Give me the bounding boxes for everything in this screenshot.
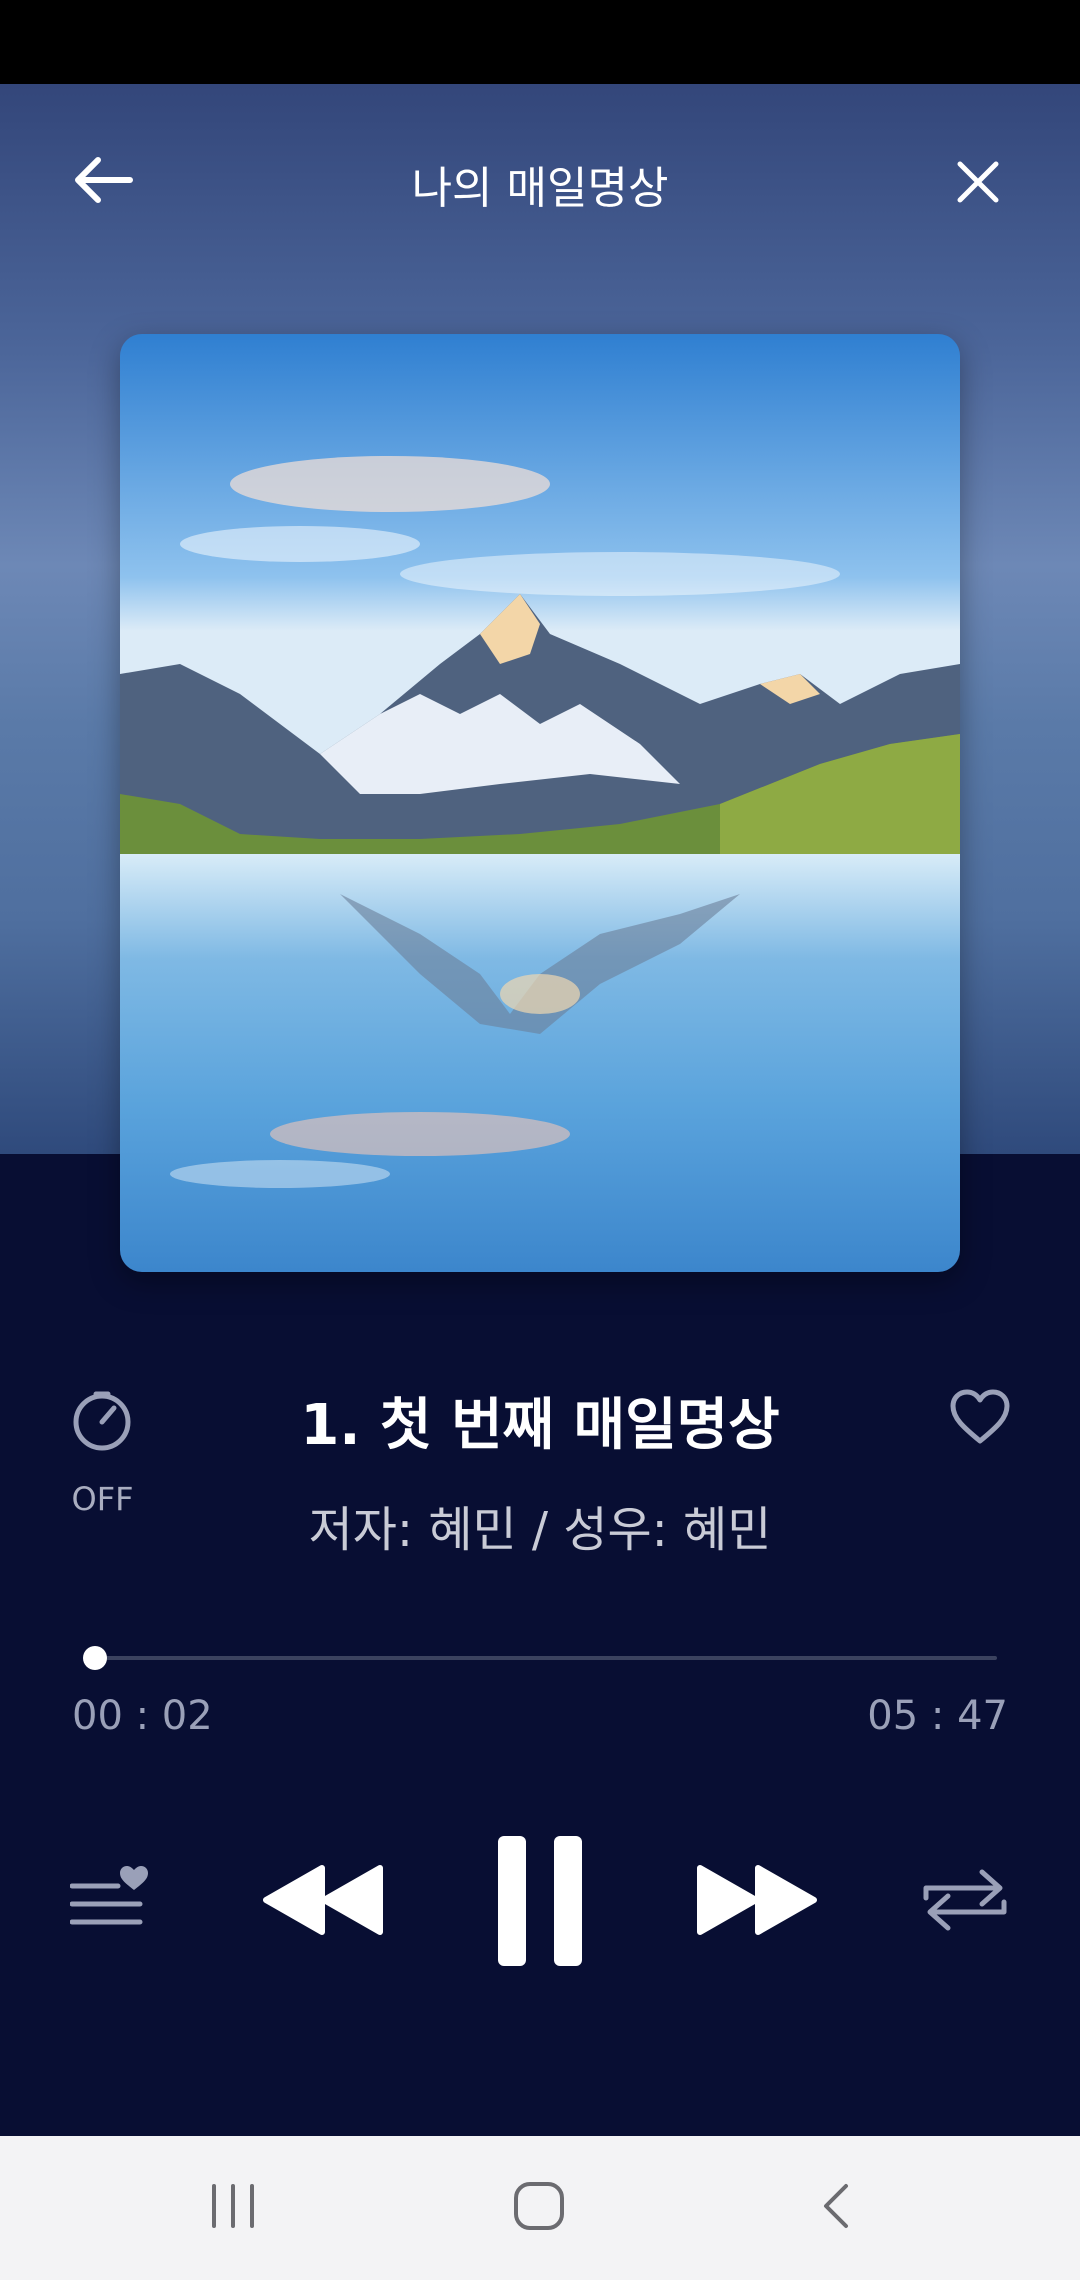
home-button[interactable] (510, 2178, 568, 2234)
close-button[interactable] (950, 154, 1006, 210)
pause-icon (498, 1836, 582, 1966)
player-panel (0, 1154, 1080, 2136)
system-back-button[interactable] (816, 2180, 856, 2232)
playlist-heart-icon (70, 1866, 148, 1925)
home-icon (514, 2182, 564, 2230)
system-navigation-bar (0, 2136, 1080, 2280)
track-credits: 저자: 혜민 / 성우: 혜민 (308, 1502, 772, 1558)
page-title: 나의 매일명상 (411, 163, 669, 214)
playlist-favorites-button[interactable] (70, 1860, 158, 1940)
timer-status-label: OFF (71, 1480, 134, 1518)
close-icon (957, 161, 999, 203)
recent-apps-icon (212, 2184, 254, 2228)
heart-icon (950, 1389, 1010, 1444)
back-arrow-icon (75, 157, 133, 203)
repeat-button[interactable] (922, 1864, 1008, 1936)
status-bar (0, 0, 1080, 84)
timer-icon (73, 1391, 131, 1451)
fast-forward-icon (697, 1865, 817, 1935)
rewind-icon (263, 1865, 383, 1935)
back-button[interactable] (70, 150, 136, 210)
rewind-button[interactable] (262, 1864, 386, 1936)
track-title: 1. 첫 번째 매일명상 (300, 1393, 780, 1458)
total-time: 05 : 47 (867, 1693, 1008, 1739)
recent-apps-button[interactable] (208, 2180, 258, 2232)
fast-forward-button[interactable] (696, 1864, 820, 1936)
repeat-icon (923, 1869, 1007, 1931)
pause-button[interactable] (496, 1834, 584, 1968)
progress-slider[interactable] (83, 1646, 997, 1670)
chevron-left-icon (824, 2184, 848, 2228)
favorite-button[interactable] (944, 1384, 1016, 1450)
current-time: 00 : 02 (72, 1693, 213, 1739)
sleep-timer-button[interactable] (70, 1388, 134, 1452)
album-artwork (120, 334, 960, 1272)
